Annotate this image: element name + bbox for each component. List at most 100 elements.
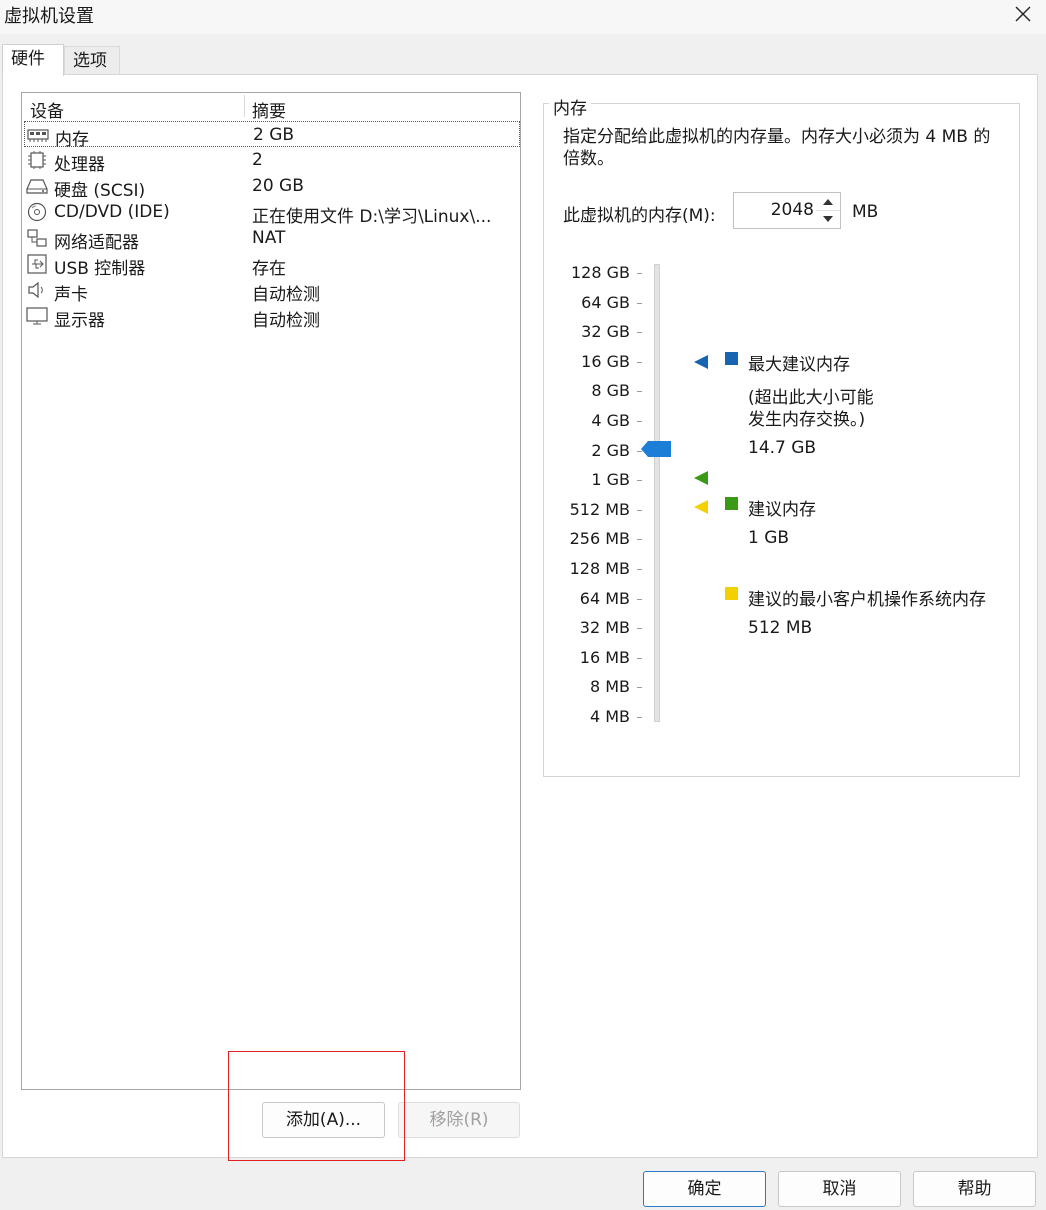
scale-label: 128 GB [571, 263, 630, 282]
scale-label: 2 GB [591, 441, 630, 460]
scale-tick [637, 539, 642, 540]
scale-tick [637, 421, 642, 422]
scale-tick [637, 480, 642, 481]
recommended-label: 建议内存 [748, 500, 816, 520]
cancel-button[interactable]: 取消 [778, 1171, 901, 1207]
memory-unit: MB [852, 202, 879, 222]
device-name: USB 控制器 [54, 259, 146, 279]
device-summary: 自动检测 [252, 285, 320, 305]
scale-label: 32 MB [579, 618, 630, 637]
scale-label: 1 GB [591, 470, 630, 489]
minimum-marker [694, 500, 708, 514]
scale-tick [637, 628, 642, 629]
device-summary: 正在使用文件 D:\学习\Linux\... [252, 207, 492, 227]
title-bar: 虚拟机设置 [0, 0, 1046, 34]
tab-hardware[interactable]: 硬件 [2, 44, 64, 76]
scale-label: 64 MB [579, 589, 630, 608]
device-row-processor[interactable]: 处理器 2 [24, 147, 520, 175]
help-button[interactable]: 帮助 [913, 1171, 1036, 1207]
scale-tick [637, 658, 642, 659]
scale-tick [637, 303, 642, 304]
window-title: 虚拟机设置 [4, 6, 94, 27]
arrow-up-icon [823, 199, 833, 205]
close-button[interactable] [1000, 0, 1046, 28]
device-name: 处理器 [54, 155, 105, 175]
max-recommended-note-2: 发生内存交换。) [748, 410, 866, 430]
close-icon [1015, 6, 1031, 22]
device-summary: 2 GB [253, 125, 295, 145]
device-summary: 存在 [252, 259, 286, 279]
add-button[interactable]: 添加(A)... [262, 1102, 385, 1138]
max-recommended-label: 最大建议内存 [748, 355, 850, 375]
spin-down-button[interactable] [816, 211, 840, 228]
recommended-swatch [725, 497, 738, 510]
memory-field-label: 此虚拟机的内存(M): [563, 206, 716, 226]
memory-description: 指定分配给此虚拟机的内存量。内存大小必须为 4 MB 的倍数。 [563, 127, 991, 169]
column-summary[interactable]: 摘要 [252, 97, 286, 122]
device-list[interactable]: 设备 摘要 内存 2 GB 处理器 2 硬盘 (SCSI) 20 GB CD/D… [21, 92, 521, 1090]
device-row-memory[interactable]: 内存 2 GB [24, 121, 520, 150]
device-name: 声卡 [54, 285, 88, 305]
scale-tick [637, 687, 642, 688]
scale-label: 4 MB [589, 707, 630, 726]
memory-value[interactable]: 2048 [734, 200, 814, 220]
scale-tick [637, 391, 642, 392]
scale-label: 512 MB [569, 500, 630, 519]
max-recommended-marker [694, 355, 708, 369]
scale-label: 128 MB [569, 559, 630, 578]
max-recommended-value: 14.7 GB [748, 438, 817, 458]
device-row-cd-dvd[interactable]: CD/DVD (IDE) 正在使用文件 D:\学习\Linux\... [24, 199, 520, 227]
memory-slider-track[interactable] [654, 264, 660, 722]
remove-button[interactable]: 移除(R) [398, 1102, 520, 1138]
hard-disk-icon [26, 179, 48, 194]
scale-tick [637, 332, 642, 333]
scale-tick [637, 362, 642, 363]
scale-label: 8 GB [591, 381, 630, 400]
device-summary: 20 GB [252, 176, 304, 196]
memory-group-title: 内存 [549, 94, 591, 119]
memory-slider-thumb[interactable] [641, 441, 671, 457]
memory-icon [27, 129, 49, 142]
device-summary: 2 [252, 150, 263, 170]
spin-up-button[interactable] [816, 193, 840, 211]
device-summary: 自动检测 [252, 311, 320, 331]
cd-dvd-icon [27, 202, 47, 222]
device-name: 网络适配器 [54, 233, 139, 253]
tab-options[interactable]: 选项 [64, 46, 120, 74]
device-row-usb-controller[interactable]: USB 控制器 存在 [24, 251, 520, 279]
device-name: CD/DVD (IDE) [54, 202, 170, 222]
scale-tick [637, 717, 642, 718]
speaker-icon [28, 281, 43, 299]
device-list-header: 设备 摘要 [22, 93, 520, 122]
device-row-display[interactable]: 显示器 自动检测 [24, 303, 520, 331]
network-adapter-icon [27, 229, 47, 247]
scale-label: 16 MB [579, 648, 630, 667]
scale-label: 256 MB [569, 529, 630, 548]
usb-icon [27, 254, 47, 274]
memory-spinbox[interactable]: 2048 [733, 192, 841, 229]
arrow-down-icon [823, 216, 833, 222]
recommended-marker [694, 471, 708, 485]
scale-label: 64 GB [581, 293, 630, 312]
ok-button[interactable]: 确定 [643, 1171, 766, 1207]
scale-label: 32 GB [581, 322, 630, 341]
recommended-value: 1 GB [748, 528, 790, 548]
column-separator [244, 95, 245, 117]
minimum-value: 512 MB [748, 618, 813, 638]
column-device[interactable]: 设备 [30, 97, 64, 122]
scale-tick [637, 569, 642, 570]
device-row-network-adapter[interactable]: 网络适配器 NAT [24, 225, 520, 253]
device-summary: NAT [252, 228, 286, 248]
scale-label: 8 MB [589, 677, 630, 696]
scale-tick [637, 599, 642, 600]
scale-tick [637, 273, 642, 274]
device-name: 硬盘 (SCSI) [54, 181, 146, 201]
max-recommended-swatch [725, 352, 738, 365]
scale-label: 16 GB [581, 352, 630, 371]
device-row-hard-disk[interactable]: 硬盘 (SCSI) 20 GB [24, 173, 520, 201]
device-row-sound-card[interactable]: 声卡 自动检测 [24, 277, 520, 305]
device-name: 显示器 [54, 311, 105, 331]
minimum-swatch [725, 587, 738, 600]
scale-tick [637, 510, 642, 511]
minimum-label: 建议的最小客户机操作系统内存 [748, 590, 986, 610]
